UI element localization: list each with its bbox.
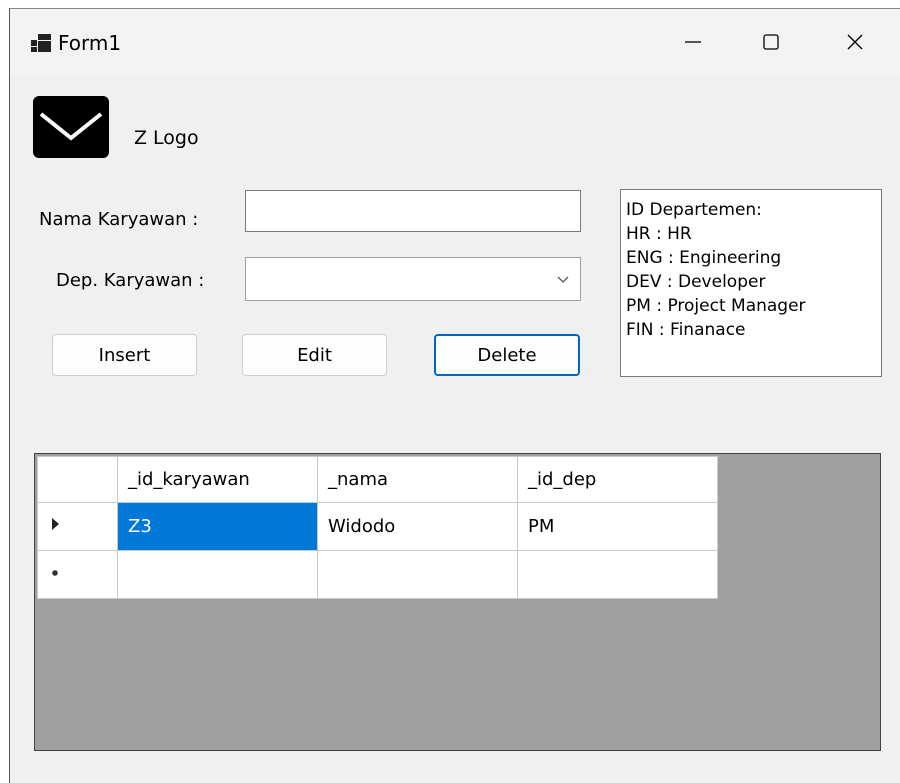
- current-row-arrow-icon: [52, 518, 59, 530]
- dep-karyawan-label: Dep. Karyawan :: [56, 270, 205, 291]
- form1-window: Form1 Z Logo Nama Karyawan : Dep. Karyaw…: [9, 8, 900, 783]
- column-header[interactable]: _id_karyawan: [117, 456, 318, 503]
- logo-image: [33, 96, 109, 158]
- row-header-new[interactable]: [37, 550, 118, 599]
- minimize-button[interactable]: [648, 9, 738, 75]
- column-header[interactable]: _nama: [317, 456, 518, 503]
- info-line: FIN : Finanace: [626, 320, 746, 340]
- maximize-icon: [763, 34, 779, 50]
- title-bar[interactable]: Form1: [10, 9, 900, 75]
- new-row-asterisk-icon: [52, 570, 58, 576]
- info-line: ID Departemen:: [626, 200, 762, 220]
- app-form-icon: [31, 34, 51, 52]
- grid-header-row: _id_karyawan _nama _id_dep: [37, 456, 718, 503]
- minimize-icon: [685, 41, 701, 43]
- grid-table: _id_karyawan _nama _id_dep Z3 Widodo PM: [37, 456, 718, 599]
- info-line: DEV : Developer: [626, 272, 766, 292]
- info-line: PM : Project Manager: [626, 296, 806, 316]
- info-line: ENG : Engineering: [626, 248, 782, 268]
- table-row[interactable]: Z3 Widodo PM: [37, 502, 718, 551]
- window-title: Form1: [58, 31, 122, 55]
- grid-cell[interactable]: [317, 550, 518, 599]
- grid-cell[interactable]: [117, 550, 318, 599]
- close-icon: [847, 34, 863, 50]
- nama-karyawan-input[interactable]: [245, 190, 581, 232]
- edit-button[interactable]: Edit: [242, 334, 387, 376]
- karyawan-data-grid[interactable]: _id_karyawan _nama _id_dep Z3 Widodo PM: [34, 453, 881, 751]
- grid-cell[interactable]: Widodo: [317, 502, 518, 551]
- department-info-box: ID Departemen: HR : HR ENG : Engineering…: [620, 189, 882, 377]
- envelope-icon: [39, 112, 103, 141]
- grid-cell[interactable]: PM: [517, 502, 718, 551]
- delete-button[interactable]: Delete: [434, 334, 580, 376]
- grid-corner-header[interactable]: [37, 456, 118, 503]
- grid-cell[interactable]: Z3: [117, 502, 318, 551]
- dep-karyawan-combobox[interactable]: [245, 257, 581, 301]
- insert-button[interactable]: Insert: [52, 334, 197, 376]
- new-row[interactable]: [37, 550, 718, 599]
- column-header[interactable]: _id_dep: [517, 456, 718, 503]
- grid-cell[interactable]: [517, 550, 718, 599]
- logo-label: Z Logo: [134, 127, 199, 149]
- row-header-current[interactable]: [37, 502, 118, 551]
- info-line: HR : HR: [626, 224, 692, 244]
- nama-karyawan-label: Nama Karyawan :: [39, 209, 199, 230]
- maximize-button[interactable]: [726, 9, 816, 75]
- chevron-down-icon[interactable]: [556, 272, 570, 286]
- close-button[interactable]: [810, 9, 900, 75]
